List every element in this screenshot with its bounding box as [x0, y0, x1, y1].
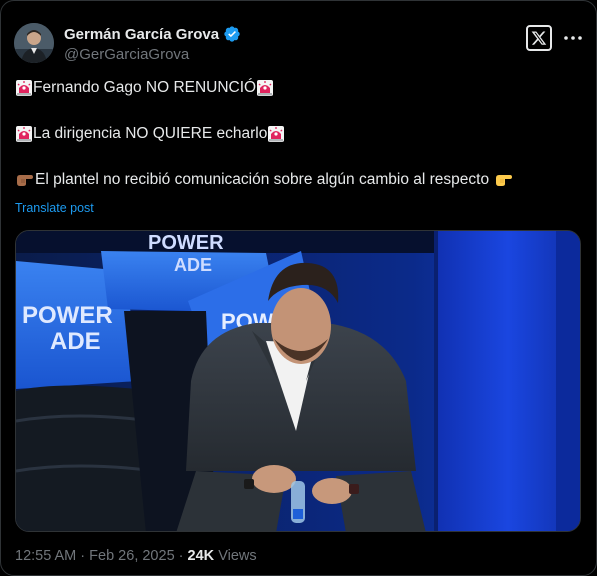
meta-separator: ·	[80, 548, 86, 564]
more-options-icon[interactable]	[562, 25, 584, 51]
banner-text-2: ADE	[50, 328, 101, 355]
verified-badge-icon	[224, 26, 240, 42]
tweet-text: Fernando Gago NO RENUNCIÓ La dirigencia …	[15, 77, 585, 191]
translate-post-link[interactable]: Translate post	[15, 201, 94, 215]
police-car-light-emoji	[16, 80, 32, 96]
meta-separator: ·	[178, 548, 184, 564]
post-line-2: La dirigencia NO QUIERE echarlo	[15, 123, 585, 145]
views-count: 24K	[187, 548, 215, 564]
post-line-3-text: El plantel no recibió comunicación sobre…	[35, 171, 490, 188]
backhand-index-pointing-right-emoji	[496, 175, 513, 186]
post-line-1-text: Fernando Gago NO RENUNCIÓ	[33, 79, 257, 96]
banner-text-1: POWER	[22, 302, 113, 329]
banner-text-3: POWER	[148, 232, 224, 254]
police-car-light-emoji	[268, 126, 285, 142]
backhand-index-pointing-right-emoji	[17, 175, 33, 186]
banner-text-4: ADE	[174, 255, 212, 275]
tweet-header: Germán García Grova @GerGarciaGrova	[14, 21, 584, 65]
author-names: Germán García Grova @GerGarciaGrova	[64, 24, 241, 63]
tweet-card[interactable]: Germán García Grova @GerGarciaGrova Fern…	[0, 0, 597, 576]
post-line-1: Fernando Gago NO RENUNCIÓ	[15, 77, 585, 99]
x-logo-icon[interactable]	[526, 25, 552, 51]
tweet-meta: 12:55 AM · Feb 26, 2025 · 24K Views	[15, 548, 257, 564]
police-car-light-emoji	[257, 80, 274, 96]
tweet-time[interactable]: 12:55 AM	[15, 548, 76, 564]
tweet-media-image[interactable]: POWER ADE POWER ADE POW	[15, 230, 581, 532]
post-line-2-text: La dirigencia NO QUIERE echarlo	[33, 125, 268, 142]
views-label: Views	[218, 548, 257, 564]
author-display-name[interactable]: Germán García Grova	[64, 26, 219, 43]
author-handle[interactable]: @GerGarciaGrova	[64, 46, 241, 63]
police-car-light-emoji	[16, 126, 32, 142]
post-line-3: El plantel no recibió comunicación sobre…	[15, 169, 585, 191]
avatar[interactable]	[14, 23, 54, 63]
tweet-date[interactable]: Feb 26, 2025	[89, 548, 174, 564]
